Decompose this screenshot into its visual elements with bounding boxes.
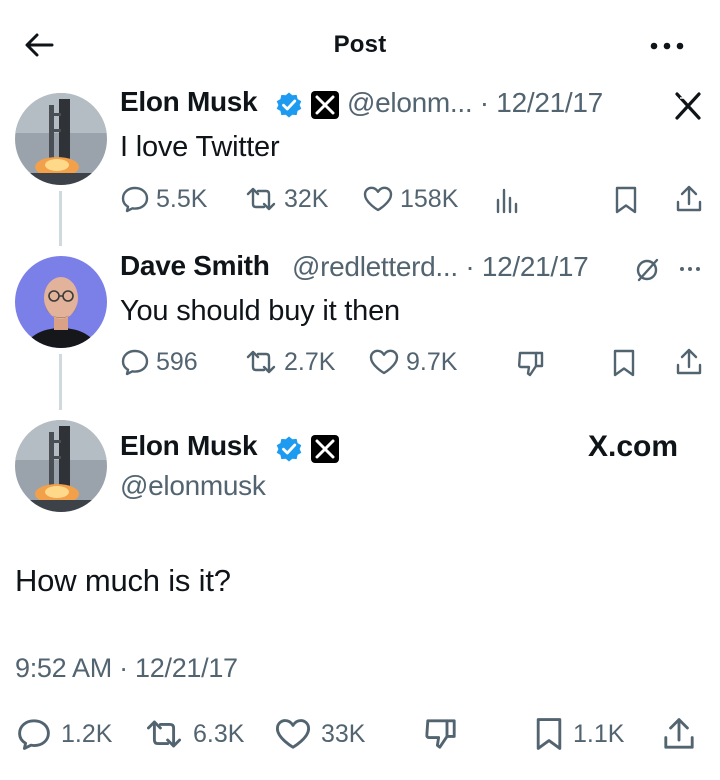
handle-and-date[interactable]: @redletterd... · 12/21/17 — [292, 251, 589, 283]
author-name[interactable]: Dave Smith — [120, 250, 270, 282]
reply-count: 596 — [156, 347, 198, 376]
like-icon — [275, 719, 311, 749]
avatar-elon-musk[interactable] — [15, 93, 107, 185]
verified-icon — [275, 435, 303, 463]
dislike-button[interactable] — [516, 349, 546, 379]
thread-line — [59, 354, 62, 410]
views-button[interactable] — [494, 186, 520, 214]
x-logo-icon — [315, 95, 335, 115]
grok-button[interactable] — [634, 257, 660, 283]
repost-icon — [246, 187, 276, 211]
reply-count: 5.5K — [156, 184, 208, 213]
bookmark-button[interactable] — [611, 348, 637, 378]
reply-icon — [121, 349, 149, 376]
repost-button[interactable]: 2.7K — [244, 347, 335, 377]
share-icon — [664, 718, 694, 749]
brand-link[interactable]: X.com — [588, 430, 678, 464]
bookmark-button[interactable]: 1.1K — [533, 716, 624, 752]
x-affiliation-badge — [311, 91, 339, 119]
share-button[interactable] — [675, 347, 703, 377]
avatar-dave-smith[interactable] — [15, 256, 107, 348]
tweet-text: I love Twitter — [120, 131, 280, 163]
tweet-text: You should buy it then — [120, 295, 400, 327]
tweet-text: How much is it? — [15, 563, 231, 598]
dislike-icon — [517, 351, 544, 377]
avatar-elon-musk[interactable] — [15, 420, 107, 512]
like-count: 33K — [321, 719, 366, 748]
person-avatar-icon — [15, 256, 107, 348]
bookmark-button[interactable] — [613, 185, 639, 215]
grok-icon — [675, 92, 701, 120]
repost-icon — [246, 350, 276, 374]
bookmark-icon — [615, 186, 637, 214]
repost-count: 6.3K — [193, 719, 245, 748]
thread-line — [59, 191, 62, 246]
views-icon — [496, 188, 518, 214]
dislike-icon — [425, 719, 456, 749]
tweet-timestamp[interactable]: 9:52 AM · 12/21/17 — [15, 653, 238, 684]
like-icon — [363, 186, 393, 212]
dislike-button[interactable] — [423, 716, 459, 752]
like-count: 158K — [400, 184, 459, 213]
reply-icon — [18, 719, 50, 750]
repost-icon — [146, 720, 182, 748]
author-name[interactable]: Elon Musk — [120, 430, 258, 462]
verified-icon — [275, 91, 303, 119]
repost-count: 32K — [284, 184, 329, 213]
rocket-launch-avatar-icon — [15, 93, 107, 185]
reply-icon — [121, 186, 149, 213]
repost-count: 2.7K — [284, 347, 336, 376]
reply-button[interactable]: 596 — [120, 347, 198, 377]
bookmark-count: 1.1K — [573, 719, 625, 748]
grok-icon — [636, 258, 659, 282]
repost-button[interactable]: 6.3K — [143, 716, 244, 752]
reply-button[interactable]: 1.2K — [15, 716, 112, 752]
repost-button[interactable]: 32K — [244, 184, 328, 214]
like-button[interactable]: 158K — [362, 184, 458, 214]
more-icon — [650, 42, 684, 50]
x-affiliation-badge — [311, 435, 339, 463]
reply-count: 1.2K — [61, 719, 113, 748]
bookmark-icon — [613, 349, 635, 377]
like-button[interactable]: 9.7K — [368, 347, 457, 377]
bookmark-icon — [536, 718, 562, 750]
share-button[interactable] — [675, 184, 703, 214]
page-title: Post — [333, 31, 387, 58]
share-button[interactable] — [662, 716, 696, 752]
x-logo-icon — [315, 439, 335, 459]
more-button[interactable] — [678, 262, 702, 276]
like-count: 9.7K — [406, 347, 458, 376]
rocket-launch-avatar-icon — [15, 420, 107, 512]
handle-and-date[interactable]: @elonm... · 12/21/17 — [347, 87, 603, 119]
like-button[interactable]: 33K — [273, 716, 365, 752]
author-name[interactable]: Elon Musk — [120, 86, 258, 118]
like-icon — [369, 349, 399, 375]
author-handle[interactable]: @elonmusk — [120, 470, 266, 502]
reply-button[interactable]: 5.5K — [120, 184, 207, 214]
grok-button[interactable] — [674, 92, 702, 120]
share-icon — [676, 348, 702, 375]
share-icon — [676, 185, 702, 212]
more-button[interactable] — [648, 36, 688, 56]
more-icon — [680, 267, 700, 271]
